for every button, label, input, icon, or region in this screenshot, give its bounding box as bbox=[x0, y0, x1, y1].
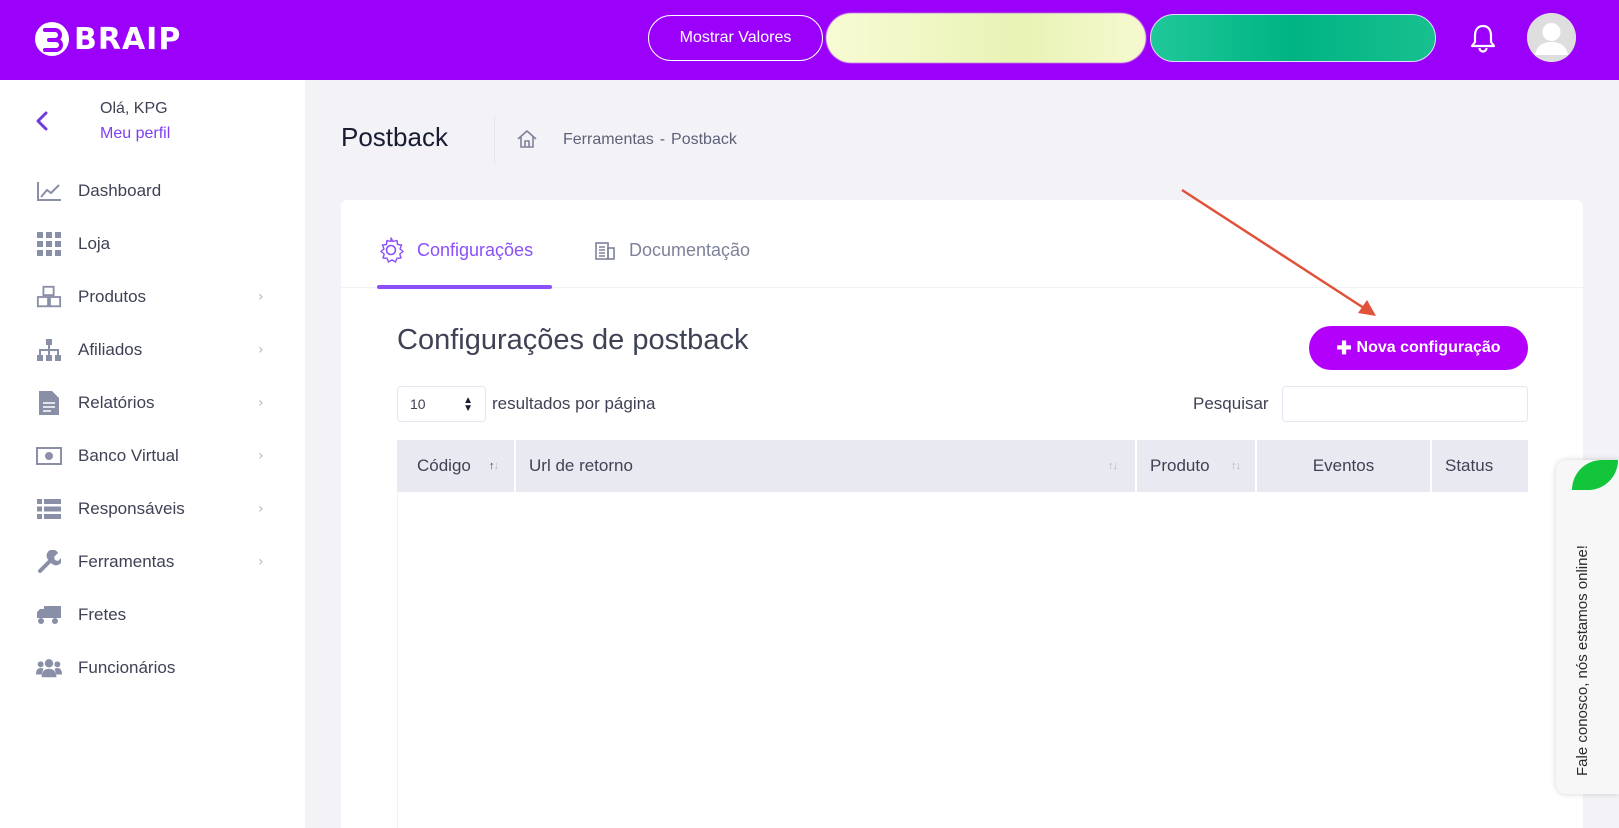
boxes-icon bbox=[36, 285, 62, 309]
braip-logo[interactable]: BRAIP bbox=[34, 14, 181, 64]
sidebar-item-responsaveis[interactable]: Responsáveis › bbox=[0, 489, 305, 529]
column-header-codigo[interactable]: Código ↑↓ bbox=[397, 440, 514, 492]
sidebar-item-produtos[interactable]: Produtos › bbox=[0, 277, 305, 317]
profile-link[interactable]: Meu perfil bbox=[100, 125, 170, 143]
chat-text: Fale conosco, nós estamos online! bbox=[1574, 545, 1591, 776]
column-label: Url de retorno bbox=[529, 456, 633, 475]
building-icon bbox=[595, 242, 615, 260]
header-divider bbox=[494, 116, 495, 164]
postback-card: Configurações Documentação Configurações… bbox=[341, 200, 1583, 828]
per-page-value: 10 bbox=[410, 396, 426, 412]
home-icon[interactable] bbox=[516, 129, 538, 149]
sidebar-item-label: Loja bbox=[78, 234, 111, 253]
chevron-right-icon: › bbox=[258, 501, 264, 517]
search-input[interactable] bbox=[1282, 386, 1528, 422]
tab-label: Configurações bbox=[417, 239, 534, 260]
sidebar-item-label: Banco Virtual bbox=[78, 446, 179, 465]
braip-logo-icon bbox=[35, 22, 69, 56]
column-header-url-de-retorno[interactable]: Url de retorno ↑↓ bbox=[516, 440, 1135, 492]
wrench-icon bbox=[36, 550, 62, 574]
table-body-empty bbox=[397, 492, 1528, 828]
column-label: Código bbox=[417, 456, 471, 475]
chevron-right-icon: › bbox=[258, 448, 264, 464]
sidebar-item-label: Afiliados bbox=[78, 340, 143, 359]
plus-icon: ✚ bbox=[1336, 337, 1352, 358]
sidebar-item-label: Responsáveis bbox=[78, 499, 185, 518]
list-icon bbox=[36, 497, 62, 521]
sidebar-item-relatorios[interactable]: Relatórios › bbox=[0, 383, 305, 423]
per-page-label: resultados por página bbox=[492, 394, 656, 413]
bell-icon[interactable] bbox=[1468, 22, 1498, 54]
chat-leaf-icon bbox=[1572, 460, 1618, 490]
sitemap-icon bbox=[36, 338, 62, 362]
table-header: Código ↑↓ Url de retorno ↑↓ Produto ↑↓ E… bbox=[397, 440, 1528, 492]
sidebar-item-ferramentas[interactable]: Ferramentas › bbox=[0, 542, 305, 582]
column-header-status[interactable]: Status bbox=[1432, 440, 1528, 492]
chart-line-icon bbox=[36, 179, 62, 203]
collapse-sidebar-chevron-left-icon[interactable] bbox=[34, 111, 50, 131]
column-header-eventos[interactable]: Eventos bbox=[1257, 440, 1430, 492]
show-values-button[interactable]: Mostrar Valores bbox=[648, 15, 823, 61]
column-label: Eventos bbox=[1312, 456, 1375, 475]
sidebar-item-afiliados[interactable]: Afiliados › bbox=[0, 330, 305, 370]
sort-icon: ↑↓ bbox=[1108, 460, 1118, 472]
sidebar-item-fretes[interactable]: Fretes bbox=[0, 595, 305, 635]
breadcrumb: Ferramentas - Postback bbox=[563, 131, 737, 149]
greeting: Olá, KPG bbox=[100, 100, 168, 117]
active-tab-indicator bbox=[377, 285, 552, 289]
chat-widget[interactable]: Fale conosco, nós estamos online! bbox=[1556, 460, 1619, 794]
money-bill-icon bbox=[36, 444, 62, 468]
file-icon bbox=[36, 391, 62, 415]
search-label: Pesquisar bbox=[1193, 394, 1269, 413]
breadcrumb-separator: - bbox=[659, 131, 666, 148]
sort-icon: ↑↓ bbox=[1231, 460, 1241, 472]
sidebar-item-banco-virtual[interactable]: Banco Virtual › bbox=[0, 436, 305, 476]
chevron-right-icon: › bbox=[258, 395, 264, 411]
tab-documentacao[interactable]: Documentação bbox=[595, 230, 750, 270]
new-configuration-button[interactable]: ✚ Nova configuração bbox=[1309, 326, 1528, 370]
page-title: Postback bbox=[341, 122, 448, 152]
column-label: Produto bbox=[1150, 456, 1210, 475]
breadcrumb-item-ferramentas[interactable]: Ferramentas bbox=[563, 131, 654, 149]
sidebar-item-label: Funcionários bbox=[78, 658, 176, 677]
sidebar-item-label: Produtos bbox=[78, 287, 147, 306]
brand-name: BRAIP bbox=[74, 21, 182, 57]
truck-icon bbox=[36, 603, 62, 627]
column-label: Status bbox=[1445, 456, 1494, 475]
chevron-right-icon: › bbox=[258, 289, 264, 305]
per-page-select[interactable]: 10 ▲ ▼ bbox=[397, 386, 486, 422]
sidebar-item-label: Ferramentas bbox=[78, 552, 175, 571]
sidebar-item-label: Dashboard bbox=[78, 181, 162, 200]
available-balance-pill-blurred[interactable] bbox=[1150, 14, 1436, 62]
chevron-right-icon: › bbox=[258, 554, 264, 570]
section-title: Configurações de postback bbox=[397, 324, 749, 356]
sidebar-item-funcionarios[interactable]: Funcionários bbox=[0, 648, 305, 688]
grid-icon bbox=[36, 232, 62, 256]
breadcrumb-item-postback: Postback bbox=[671, 131, 737, 148]
annotation-arrow bbox=[1181, 188, 1376, 316]
sidebar-item-label: Relatórios bbox=[78, 393, 155, 412]
tab-label: Documentação bbox=[629, 239, 751, 260]
users-icon bbox=[36, 656, 62, 680]
sidebar-item-label: Fretes bbox=[78, 605, 127, 624]
column-header-produto[interactable]: Produto ↑↓ bbox=[1137, 440, 1255, 492]
new-configuration-label: Nova configuração bbox=[1356, 339, 1501, 356]
chevron-right-icon: › bbox=[258, 342, 264, 358]
gear-icon bbox=[380, 237, 404, 263]
select-arrows-icon: ▲ ▼ bbox=[463, 395, 473, 414]
user-avatar-icon[interactable] bbox=[1527, 13, 1576, 62]
sidebar-item-loja[interactable]: Loja bbox=[0, 224, 305, 264]
top-bar: BRAIP Mostrar Valores bbox=[0, 0, 1619, 80]
sidebar-item-dashboard[interactable]: Dashboard bbox=[0, 171, 305, 211]
sort-icon: ↑↓ bbox=[489, 460, 499, 472]
tab-configuracoes[interactable]: Configurações bbox=[377, 230, 533, 270]
balance-pill-blurred[interactable] bbox=[826, 13, 1146, 63]
